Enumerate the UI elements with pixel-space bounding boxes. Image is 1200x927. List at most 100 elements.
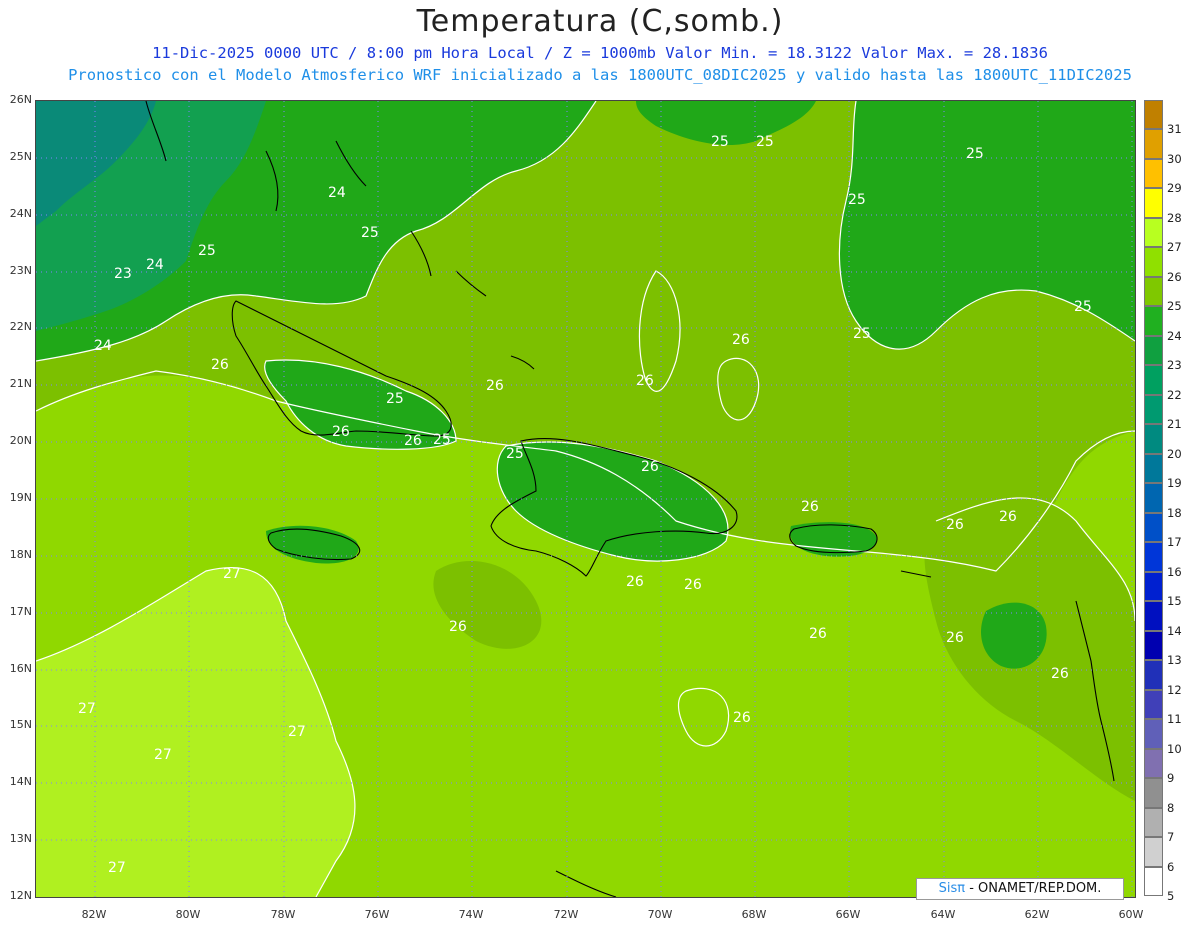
colorbar-label: 8 bbox=[1167, 800, 1175, 815]
colorbar-label: 9 bbox=[1167, 771, 1175, 786]
sispi-logo: Sisπ bbox=[938, 881, 966, 896]
colorbar-label: 28 bbox=[1167, 210, 1182, 225]
colorbar-swatch bbox=[1144, 158, 1163, 189]
colorbar-swatch bbox=[1144, 719, 1163, 749]
contour-label: 25 bbox=[198, 243, 216, 259]
colorbar-label: 11 bbox=[1167, 712, 1182, 727]
colorbar-swatch bbox=[1144, 424, 1163, 454]
colorbar-swatch bbox=[1144, 807, 1163, 838]
colorbar-label: 18 bbox=[1167, 505, 1182, 520]
contour-label: 26 bbox=[332, 424, 350, 440]
contour-label: 26 bbox=[211, 357, 229, 373]
contour-label: 25 bbox=[506, 446, 524, 462]
colorbar-label: 19 bbox=[1167, 476, 1182, 491]
contour-label: 25 bbox=[711, 134, 729, 150]
colorbar-label: 27 bbox=[1167, 240, 1182, 255]
contour-label: 26 bbox=[1051, 666, 1069, 682]
latitude-label: 26N bbox=[9, 93, 32, 106]
longitude-label: 76W bbox=[364, 908, 390, 921]
colorbar-swatch bbox=[1144, 837, 1163, 867]
contour-label: 26 bbox=[641, 459, 659, 475]
latitude-label: 23N bbox=[9, 264, 32, 277]
credit-text: - ONAMET/REP.DOM. bbox=[965, 881, 1102, 896]
colorbar-swatch bbox=[1144, 512, 1163, 543]
colorbar-swatch bbox=[1144, 630, 1163, 661]
colorbar-swatch bbox=[1144, 217, 1163, 248]
colorbar-label: 13 bbox=[1167, 653, 1182, 668]
colorbar-swatch bbox=[1144, 866, 1163, 896]
colorbar-swatch bbox=[1144, 100, 1163, 130]
contour-label: 26 bbox=[801, 499, 819, 515]
colorbar-label: 23 bbox=[1167, 358, 1182, 373]
longitude-label: 68W bbox=[741, 908, 767, 921]
colorbar-swatch bbox=[1144, 365, 1163, 395]
contour-label: 25 bbox=[756, 134, 774, 150]
contour-label: 27 bbox=[108, 860, 126, 876]
contour-label: 26 bbox=[636, 373, 654, 389]
colorbar-label: 26 bbox=[1167, 269, 1182, 284]
colorbar-swatch bbox=[1144, 453, 1163, 484]
credit-box: Sisπ - ONAMET/REP.DOM. bbox=[916, 878, 1124, 900]
contour-label: 27 bbox=[154, 747, 172, 763]
latitude-label: 19N bbox=[9, 491, 32, 504]
colorbar-swatch bbox=[1144, 188, 1163, 218]
latitude-label: 16N bbox=[9, 662, 32, 675]
longitude-label: 70W bbox=[647, 908, 673, 921]
latitude-label: 24N bbox=[9, 207, 32, 220]
colorbar-label: 29 bbox=[1167, 181, 1182, 196]
longitude-label: 60W bbox=[1118, 908, 1144, 921]
longitude-label: 80W bbox=[175, 908, 201, 921]
contour-label: 26 bbox=[809, 626, 827, 642]
contour-label: 25 bbox=[1074, 299, 1092, 315]
latitude-label: 18N bbox=[9, 548, 32, 561]
contour-label: 25 bbox=[361, 225, 379, 241]
contour-label: 27 bbox=[288, 724, 306, 740]
longitude-label: 78W bbox=[270, 908, 296, 921]
colorbar-swatch bbox=[1144, 483, 1163, 513]
contour-label: 25 bbox=[966, 146, 984, 162]
contour-label: 25 bbox=[433, 432, 451, 448]
colorbar-label: 6 bbox=[1167, 859, 1175, 874]
colorbar-label: 20 bbox=[1167, 446, 1182, 461]
contour-label: 24 bbox=[94, 338, 112, 354]
colorbar-swatch bbox=[1144, 306, 1163, 336]
longitude-label: 66W bbox=[835, 908, 861, 921]
colorbar-swatch bbox=[1144, 247, 1163, 277]
contour-label: 26 bbox=[733, 710, 751, 726]
map-subtitle-valid-time: 11-Dic-2025 0000 UTC / 8:00 pm Hora Loca… bbox=[152, 44, 1048, 62]
colorbar-swatch bbox=[1144, 394, 1163, 425]
contour-label: 25 bbox=[386, 391, 404, 407]
contour-label: 25 bbox=[853, 326, 871, 342]
latitude-label: 20N bbox=[9, 434, 32, 447]
longitude-label: 72W bbox=[553, 908, 579, 921]
latitude-label: 13N bbox=[9, 832, 32, 845]
colorbar-label: 24 bbox=[1167, 328, 1182, 343]
colorbar-label: 14 bbox=[1167, 623, 1182, 638]
colorbar-swatch bbox=[1144, 601, 1163, 631]
colorbar-label: 12 bbox=[1167, 682, 1182, 697]
contour-label: 26 bbox=[404, 433, 422, 449]
contour-label: 27 bbox=[78, 701, 96, 717]
colorbar-label: 21 bbox=[1167, 417, 1182, 432]
contour-label: 26 bbox=[684, 577, 702, 593]
colorbar-swatch bbox=[1144, 542, 1163, 572]
longitude-label: 62W bbox=[1024, 908, 1050, 921]
colorbar-label: 31 bbox=[1167, 122, 1182, 137]
contour-label: 26 bbox=[626, 574, 644, 590]
contour-label: 26 bbox=[486, 378, 504, 394]
colorbar-label: 7 bbox=[1167, 830, 1175, 845]
longitude-label: 82W bbox=[81, 908, 107, 921]
map-subtitle-model-info: Pronostico con el Modelo Atmosferico WRF… bbox=[68, 66, 1132, 84]
temperature-map: 25 25 25 25 25 25 24 24 24 23 25 25 26 2… bbox=[35, 100, 1136, 898]
contour-label: 26 bbox=[946, 517, 964, 533]
colorbar-swatch bbox=[1144, 689, 1163, 720]
latitude-label: 15N bbox=[9, 718, 32, 731]
colorbar-label: 25 bbox=[1167, 299, 1182, 314]
colorbar-swatch bbox=[1144, 748, 1163, 779]
contour-label: 26 bbox=[946, 630, 964, 646]
contour-label: 27 bbox=[223, 566, 241, 582]
map-title: Temperatura (C,somb.) bbox=[416, 4, 784, 39]
latitude-label: 21N bbox=[9, 377, 32, 390]
map-canvas: 25 25 25 25 25 25 24 24 24 23 25 25 26 2… bbox=[36, 101, 1135, 897]
colorbar-label: 30 bbox=[1167, 151, 1182, 166]
